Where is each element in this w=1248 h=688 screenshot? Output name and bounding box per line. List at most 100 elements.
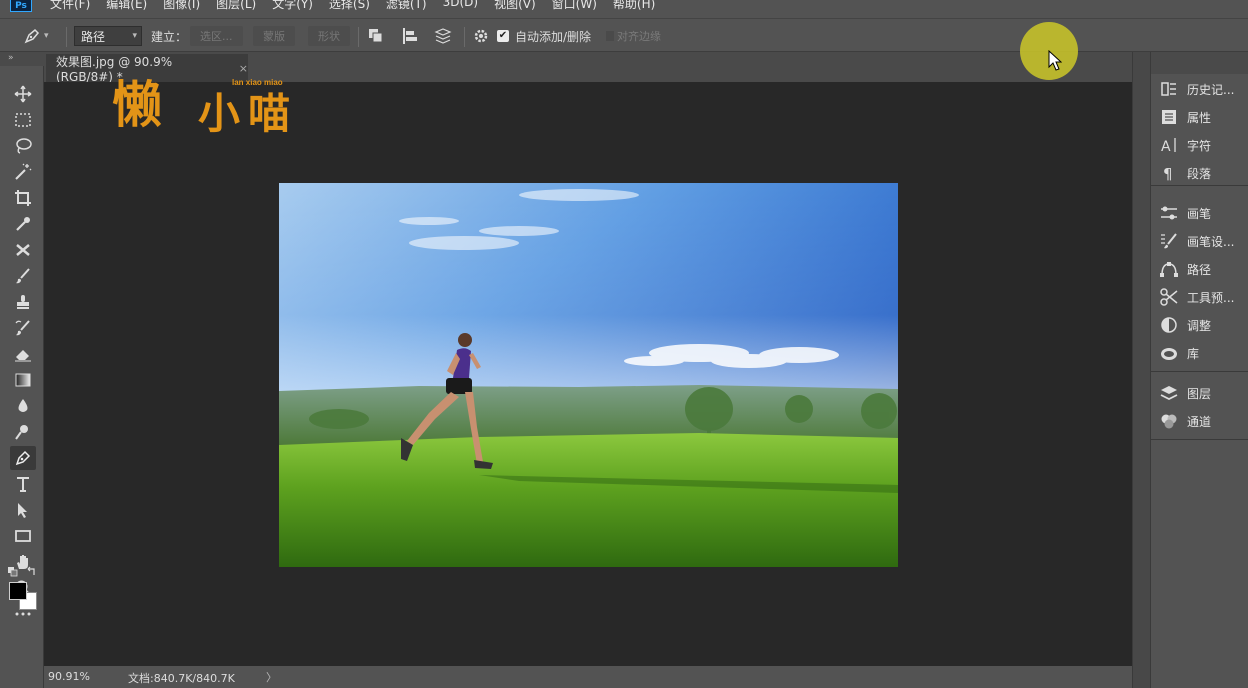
menu-3d[interactable]: 3D(D) xyxy=(443,0,478,12)
gradient-icon xyxy=(15,373,31,387)
paragraph-panel-button[interactable]: ¶ 段落 xyxy=(1159,160,1211,186)
document-photo[interactable] xyxy=(279,183,898,567)
gradient-tool[interactable] xyxy=(10,368,36,392)
menu-file[interactable]: 文件(F) xyxy=(50,0,90,12)
make-shape-button[interactable]: 形状 xyxy=(308,26,350,46)
channels-panel-button[interactable]: 通道 xyxy=(1159,408,1211,434)
character-panel-button[interactable]: A 字符 xyxy=(1159,132,1211,158)
character-icon: A xyxy=(1161,138,1176,154)
marquee-tool[interactable] xyxy=(10,108,36,132)
dock-header-strip xyxy=(1151,52,1248,74)
libraries-panel-label: 库 xyxy=(1187,346,1200,361)
rectangle-tool[interactable] xyxy=(10,524,36,548)
menu-help[interactable]: 帮助(H) xyxy=(613,0,655,12)
paths-panel-label: 路径 xyxy=(1187,262,1212,277)
right-panel-dock: 历史记... 属性 A 字符 ¶ 段落 画笔 画笔设... 路径 工具预... … xyxy=(1150,52,1248,688)
history-icon xyxy=(1161,82,1176,96)
svg-text:¶: ¶ xyxy=(1163,165,1173,182)
watermark-logo: 懒 小 喵 lan xiao miao xyxy=(112,66,302,138)
watermark-lettering: 懒 小 喵 xyxy=(112,76,290,138)
crop-tool[interactable] xyxy=(10,186,36,210)
separator xyxy=(66,27,67,47)
document-size-info: 文档:840.7K/840.7K xyxy=(128,672,235,685)
menu-edit[interactable]: 编辑(E) xyxy=(106,0,147,12)
canvas-area[interactable] xyxy=(44,82,1132,666)
blur-tool[interactable] xyxy=(10,394,36,418)
default-colors-button[interactable] xyxy=(8,566,38,581)
healing-brush-tool[interactable] xyxy=(10,238,36,262)
path-operations-button[interactable] xyxy=(366,19,386,53)
tool-preset-picker[interactable]: ▾ xyxy=(22,19,49,53)
crop-icon xyxy=(15,190,31,206)
status-menu-arrow[interactable]: 〉 xyxy=(266,669,277,685)
creative-cloud-icon xyxy=(1161,348,1177,360)
history-brush-tool[interactable] xyxy=(10,316,36,340)
dodge-tool[interactable] xyxy=(10,420,36,444)
history-brush-icon xyxy=(15,320,30,336)
move-icon xyxy=(14,85,32,103)
channels-panel-label: 通道 xyxy=(1187,414,1212,429)
path-selection-tool[interactable] xyxy=(10,498,36,522)
clone-stamp-tool[interactable] xyxy=(10,290,36,314)
brush-icon xyxy=(16,268,30,284)
make-mask-button[interactable]: 蒙版 xyxy=(253,26,295,46)
move-tool[interactable] xyxy=(10,82,36,106)
pen-icon xyxy=(24,28,40,44)
separator xyxy=(358,27,359,47)
healing-brush-icon xyxy=(16,244,30,256)
libraries-panel-button[interactable]: 库 xyxy=(1159,340,1199,366)
settings-button[interactable] xyxy=(472,19,490,53)
tool-presets-panel-button[interactable]: 工具预... xyxy=(1159,284,1234,310)
adjustments-panel-button[interactable]: 调整 xyxy=(1159,312,1211,338)
layers-panel-label: 图层 xyxy=(1187,386,1212,401)
make-label: 建立： xyxy=(151,29,188,44)
panel-group-2: 画笔 画笔设... 路径 工具预... 调整 库 xyxy=(1151,196,1248,372)
zoom-level-field[interactable]: 90.91% xyxy=(48,670,90,683)
paths-panel-button[interactable]: 路径 xyxy=(1159,256,1211,282)
path-arrangement-button[interactable] xyxy=(432,19,454,53)
layers-panel-button[interactable]: 图层 xyxy=(1159,380,1211,406)
panel-group-1: 历史记... 属性 A 字符 ¶ 段落 xyxy=(1151,74,1248,186)
default-colors-icon xyxy=(8,566,35,577)
svg-text:喵: 喵 xyxy=(248,89,290,136)
menu-type[interactable]: 文字(Y) xyxy=(272,0,313,12)
toolbar-collapse-button[interactable]: » xyxy=(0,52,44,66)
menu-image[interactable]: 图像(I) xyxy=(163,0,200,12)
auto-add-delete-toggle[interactable]: ✔ 自动添加/删除 xyxy=(497,19,591,53)
adjustments-panel-label: 调整 xyxy=(1187,318,1212,333)
foreground-color-swatch[interactable] xyxy=(9,582,27,600)
align-edges-toggle[interactable]: 对齐边缘 xyxy=(606,19,661,53)
menu-window[interactable]: 窗口(W) xyxy=(552,0,597,12)
eyedropper-icon xyxy=(16,217,30,231)
type-tool[interactable] xyxy=(10,472,36,496)
history-panel-button[interactable]: 历史记... xyxy=(1159,76,1234,102)
photoshop-logo[interactable]: Ps xyxy=(10,0,32,12)
type-icon xyxy=(17,477,29,492)
auto-add-delete-checkbox[interactable]: ✔ xyxy=(497,30,509,42)
properties-panel-button[interactable]: 属性 xyxy=(1159,104,1211,130)
menu-layer[interactable]: 图层(L) xyxy=(216,0,256,12)
eraser-tool[interactable] xyxy=(10,342,36,366)
path-arrangement-icon xyxy=(434,28,452,44)
menu-select[interactable]: 选择(S) xyxy=(329,0,370,12)
brush-tool[interactable] xyxy=(10,264,36,288)
svg-text:懒: 懒 xyxy=(112,76,162,134)
menu-filter[interactable]: 滤镜(T) xyxy=(386,0,427,12)
magic-wand-tool[interactable] xyxy=(10,160,36,184)
eyedropper-tool[interactable] xyxy=(10,212,36,236)
svg-text:A: A xyxy=(1161,139,1171,154)
pen-mode-select[interactable]: 路径 ▾ xyxy=(74,26,142,46)
status-bar: 90.91% 文档:840.7K/840.7K 〉 xyxy=(44,666,1132,688)
rectangular-marquee-icon xyxy=(15,113,31,127)
chevron-down-icon: ▾ xyxy=(44,31,49,41)
align-edges-checkbox[interactable] xyxy=(606,31,614,41)
eraser-icon xyxy=(15,350,31,362)
lasso-tool[interactable] xyxy=(10,134,36,158)
layers-icon xyxy=(1160,386,1178,401)
menu-view[interactable]: 视图(V) xyxy=(494,0,536,12)
pen-tool[interactable] xyxy=(10,446,36,470)
brush-settings-panel-button[interactable]: 画笔设... xyxy=(1159,228,1234,254)
brushes-panel-button[interactable]: 画笔 xyxy=(1159,200,1211,226)
make-selection-button[interactable]: 选区... xyxy=(190,26,243,46)
path-alignment-button[interactable] xyxy=(400,19,420,53)
